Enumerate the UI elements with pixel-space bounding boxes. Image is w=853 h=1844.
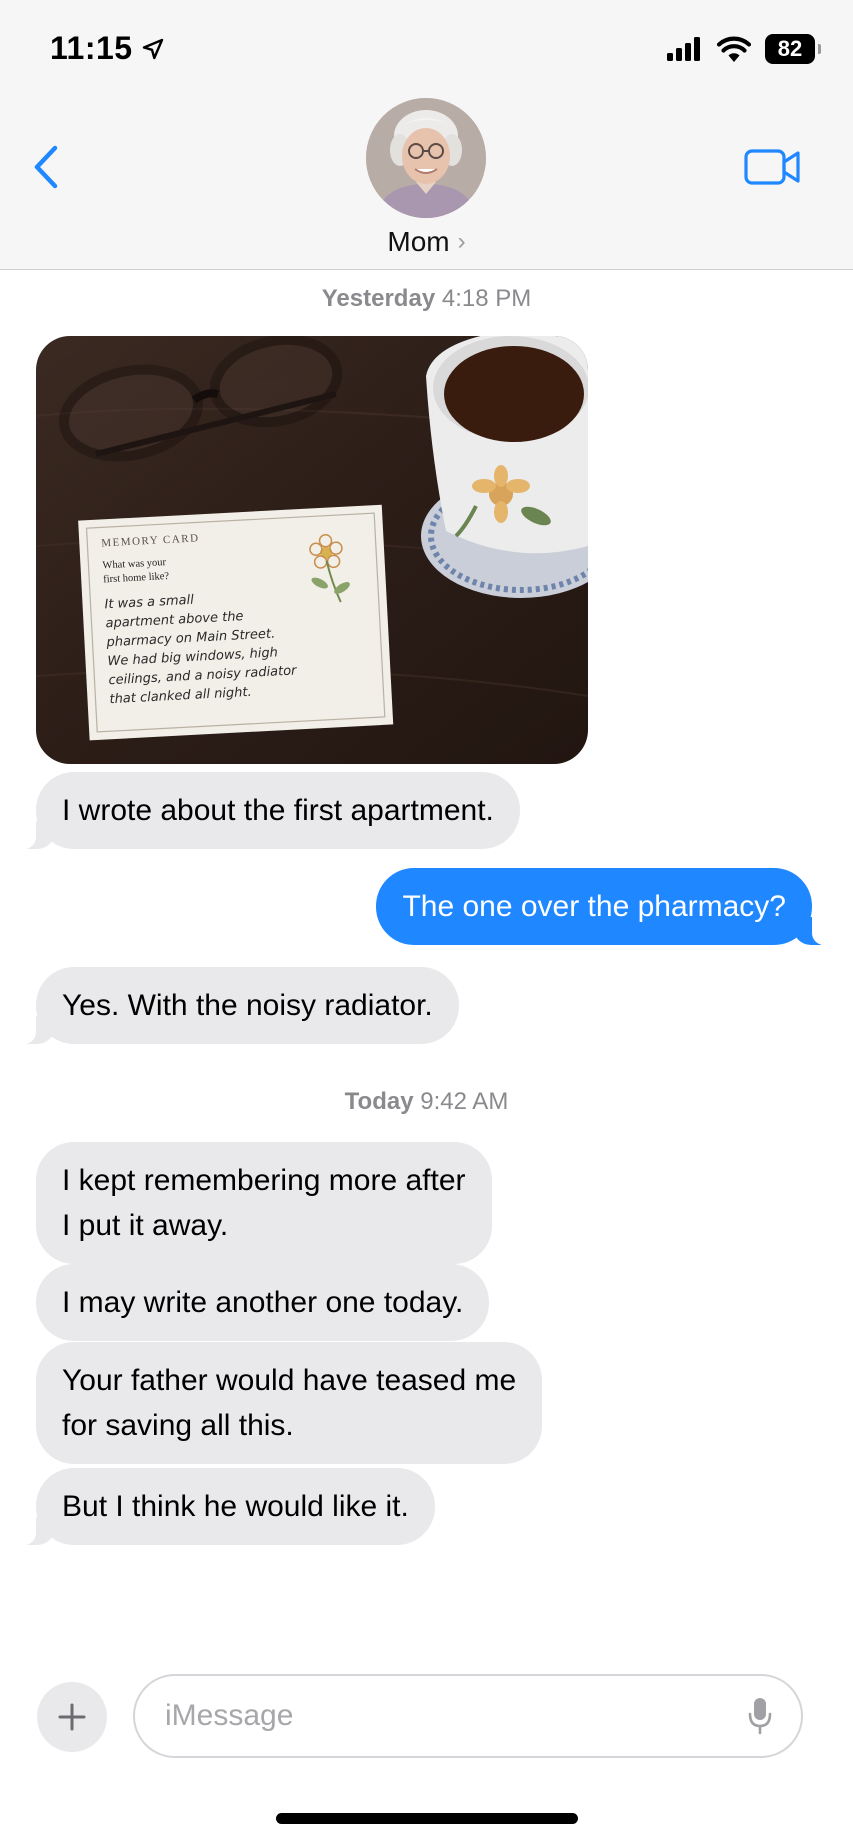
back-button[interactable] bbox=[26, 142, 66, 192]
video-camera-icon bbox=[744, 149, 800, 185]
avatar-photo bbox=[366, 98, 486, 218]
message-bubble-outgoing[interactable]: The one over the pharmacy? bbox=[376, 868, 830, 945]
microphone-icon bbox=[748, 1698, 772, 1735]
timestamp-day: Yesterday bbox=[321, 285, 436, 312]
chevron-right-icon: › bbox=[457, 228, 466, 255]
timestamp-day: Today bbox=[344, 1088, 414, 1115]
memory-card: MEMORY CARD What was your first home lik… bbox=[78, 504, 394, 741]
battery-icon: 82 bbox=[765, 34, 821, 64]
message-text: Yes. With the noisy radiator. bbox=[62, 989, 433, 1022]
contact-name: Mom bbox=[387, 226, 450, 257]
message-text: Your father would have teased me for sav… bbox=[62, 1364, 517, 1442]
timestamp-yesterday: Yesterday 4:18 PM bbox=[0, 285, 853, 313]
status-icons: 82 bbox=[667, 34, 821, 64]
conversation-header: 11:15 82 Mom › bbox=[0, 0, 853, 270]
message-bubble-incoming[interactable]: But I think he would like it. bbox=[18, 1468, 435, 1545]
message-input-container[interactable] bbox=[133, 1674, 803, 1758]
message-bubble-incoming[interactable]: Your father would have teased me for sav… bbox=[36, 1342, 543, 1464]
timestamp-time: 9:42 AM bbox=[420, 1088, 509, 1115]
message-input[interactable] bbox=[165, 1699, 725, 1733]
message-bubble-incoming[interactable]: I kept remembering more after I put it a… bbox=[36, 1142, 492, 1264]
message-bubble-incoming[interactable]: I wrote about the first apartment. bbox=[18, 772, 520, 849]
status-time-text: 11:15 bbox=[50, 30, 133, 66]
status-time: 11:15 bbox=[50, 30, 165, 67]
wifi-icon bbox=[717, 36, 751, 62]
dictation-button[interactable] bbox=[747, 1696, 773, 1736]
message-bubble-incoming[interactable]: Yes. With the noisy radiator. bbox=[18, 967, 459, 1044]
photo-attachment[interactable]: MEMORY CARD What was your first home lik… bbox=[36, 336, 588, 764]
location-arrow-icon bbox=[142, 38, 163, 59]
timestamp-today: Today 9:42 AM bbox=[0, 1088, 853, 1116]
plus-icon bbox=[58, 1703, 86, 1731]
cellular-signal-icon bbox=[667, 37, 700, 61]
timestamp-time: 4:18 PM bbox=[441, 285, 532, 312]
message-text: The one over the pharmacy? bbox=[402, 890, 786, 923]
chevron-left-icon bbox=[34, 145, 58, 189]
message-text: But I think he would like it. bbox=[62, 1490, 409, 1523]
message-bubble-incoming[interactable]: I may write another one today. bbox=[36, 1264, 490, 1341]
contact-name-button[interactable]: Mom › bbox=[0, 226, 853, 258]
video-call-button[interactable] bbox=[744, 146, 802, 188]
battery-level: 82 bbox=[777, 36, 803, 61]
message-text: I wrote about the first apartment. bbox=[62, 794, 494, 827]
message-text: I may write another one today. bbox=[62, 1286, 464, 1319]
home-indicator bbox=[276, 1813, 578, 1824]
message-text: I kept remembering more after I put it a… bbox=[62, 1164, 466, 1242]
apps-plus-button[interactable] bbox=[37, 1682, 107, 1752]
contact-avatar[interactable] bbox=[366, 98, 486, 218]
memory-card-photo: MEMORY CARD What was your first home lik… bbox=[36, 336, 588, 764]
